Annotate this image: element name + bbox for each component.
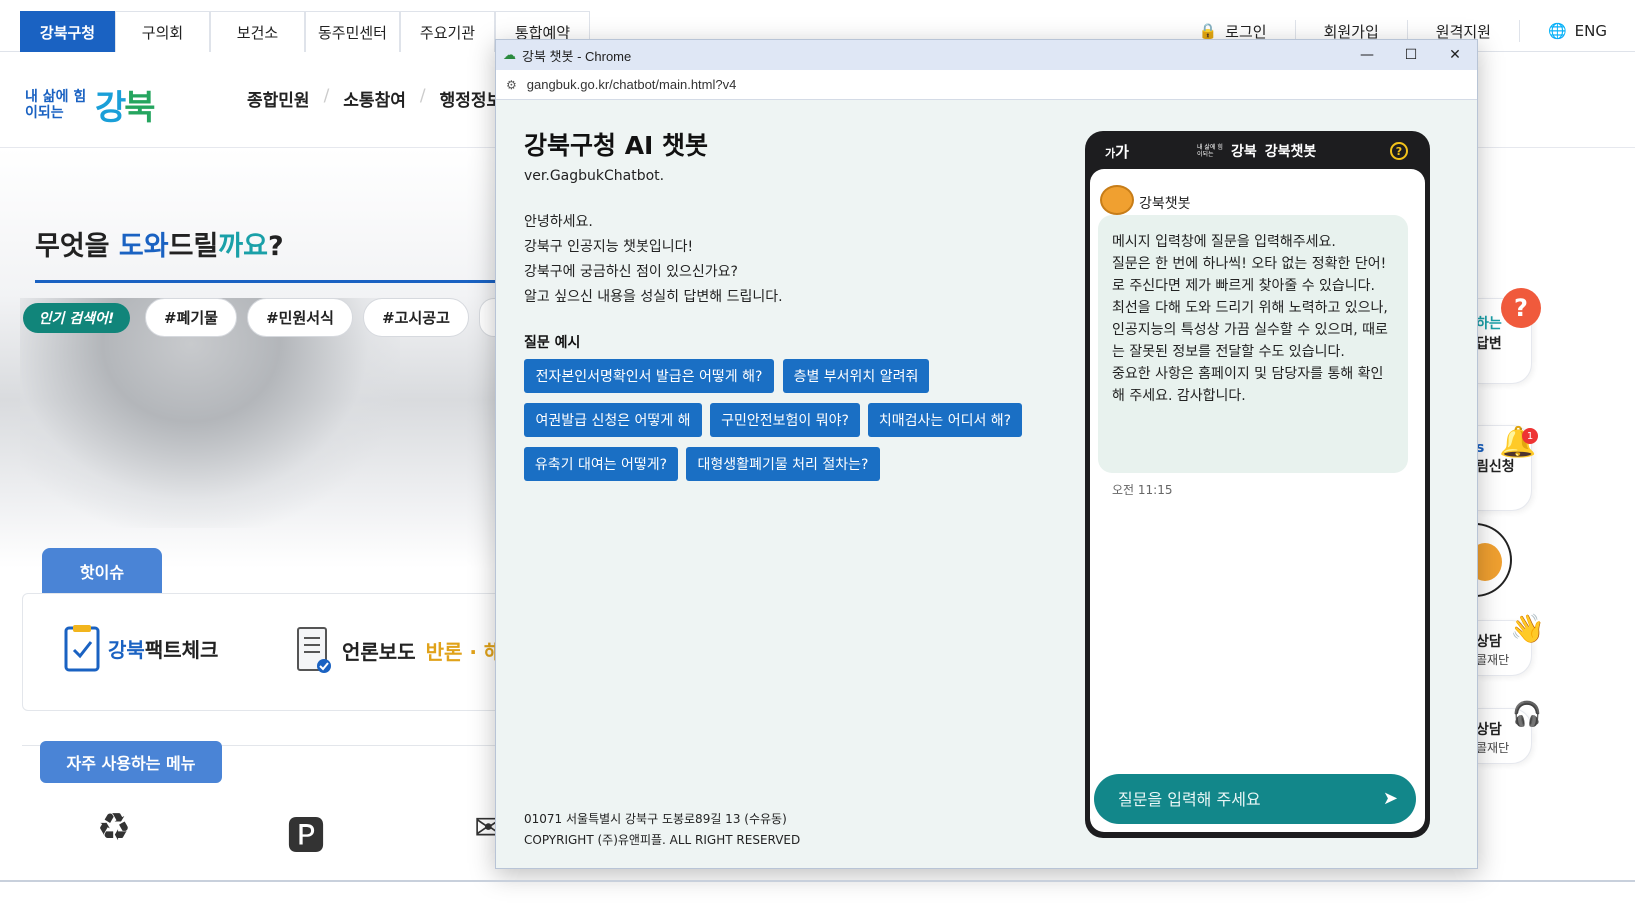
fact-check-banner[interactable]: 강북 팩트체크 (64, 624, 218, 672)
font-toggle-big: 가 (1115, 143, 1129, 161)
footer-copyright: COPYRIGHT (주)유앤피플. ALL RIGHT RESERVED (524, 833, 801, 847)
address-url[interactable]: gangbuk.go.kr/chatbot/main.html?v4 (527, 77, 737, 92)
chatbot-version: ver.GagbukChatbot. (524, 168, 665, 184)
fact-check-text-a: 강북 (108, 637, 145, 662)
hero-title-part: 드릴 (168, 231, 219, 262)
hero-title-part: 도와 (118, 231, 169, 262)
bot-message-line: 최선을 다해 도와 드리기 위해 노력하고 있으나, 인공지능의 특성상 가끔 … (1112, 300, 1388, 360)
main-navigation: 종합민원 / 소통참여 / 행정정보 (247, 86, 516, 111)
window-controls: — ☐ ✕ (1345, 40, 1477, 70)
parking-icon[interactable]: 🅿 (287, 805, 325, 860)
phone-brand-logo: 강북 (1231, 144, 1257, 160)
side-card-text: 콜재단 (1476, 653, 1510, 667)
logo-text: 강북 (95, 80, 156, 129)
lock-icon: 🔒 (1198, 22, 1218, 40)
intro-line: 안녕하세요. (524, 214, 593, 230)
hot-issue-tab[interactable]: 핫이슈 (42, 548, 162, 593)
font-size-toggle[interactable]: 가가 (1105, 141, 1129, 162)
logo-text-a: 강 (95, 88, 126, 128)
nav-general-civil[interactable]: 종합민원 (247, 86, 324, 111)
language-link[interactable]: 🌐 ENG (1518, 20, 1635, 42)
example-question-button[interactable]: 층별 부서위치 알려줘 (783, 359, 929, 393)
chat-input-bar: ➤ (1094, 774, 1416, 824)
hero-title: 무엇을 도와드릴까요? (35, 224, 284, 263)
address-bar[interactable]: ⚙ gangbuk.go.kr/chatbot/main.html?v4 (496, 70, 1477, 100)
intro-line: 강북구에 궁금하신 점이 있으신가요? (524, 264, 738, 280)
tab-gangbuk-office[interactable]: 강북구청 (20, 11, 115, 52)
hero-title-part: 까요 (218, 231, 268, 262)
examples-label: 질문 예시 (524, 335, 581, 351)
phone-brand-name: 강북챗봇 (1264, 144, 1317, 160)
press-rebuttal-banner[interactable]: 언론보도 반론 · 해명 (296, 626, 521, 674)
maximize-button[interactable]: ☐ (1389, 40, 1433, 70)
frequent-menu-tab[interactable]: 자주 사용하는 메뉴 (40, 741, 222, 783)
tag-notices[interactable]: #고시공고 (363, 298, 469, 337)
window-title: 강북 챗봇 - Chrome (522, 48, 632, 64)
logo-slogan: 내 삶에 힘이되는 (25, 88, 87, 121)
globe-icon: 🌐 (1547, 22, 1567, 40)
send-icon[interactable]: ➤ (1383, 788, 1398, 809)
bot-message-bubble: 메시지 입력창에 질문을 입력해주세요. 질문은 한 번에 하나씩! 오타 없는… (1098, 215, 1408, 473)
message-timestamp: 오전 11:15 (1112, 483, 1173, 497)
phone-brand: 내 삶에 힘이되는 강북 강북챗봇 (1197, 141, 1316, 161)
phone-brand-slogan: 내 삶에 힘이되는 (1197, 144, 1223, 158)
chatbot-title: 강북구청 AI 챗봇 (524, 131, 709, 160)
example-question-button[interactable]: 전자본인서명확인서 발급은 어떻게 해? (524, 359, 774, 393)
headset-icon: 🎧 (1512, 700, 1542, 728)
intro-line: 알고 싶으신 내용을 성실히 답변해 드립니다. (524, 289, 783, 305)
hero-section (0, 148, 495, 568)
tag-waste[interactable]: #폐기물 (145, 298, 237, 337)
side-card-text: 답변 (1476, 336, 1502, 352)
bot-message-line: 메시지 입력창에 질문을 입력해주세요. (1112, 234, 1336, 250)
hero-title-part: ? (267, 231, 284, 262)
bot-message-line: 질문은 한 번에 하나씩! 오타 없는 정확한 단어! 로 주신다면 제가 빠르… (1112, 256, 1387, 294)
tab-community-center[interactable]: 동주민센터 (305, 11, 400, 52)
favicon-icon: ☁ (503, 47, 516, 63)
bot-name: 강북챗봇 (1139, 196, 1191, 212)
bottom-divider (0, 880, 1635, 882)
site-logo[interactable]: 내 삶에 힘이되는 강북 (25, 80, 156, 129)
help-icon[interactable]: ? (1390, 142, 1408, 160)
question-icon: ? (1501, 288, 1541, 328)
example-question-button[interactable]: 대형생활폐기물 처리 절차는? (686, 447, 880, 481)
tiger-avatar-icon (1100, 185, 1134, 215)
popular-search-badge: 인기 검색어! (23, 303, 130, 333)
example-question-button[interactable]: 치매검사는 어디서 해? (868, 403, 1022, 437)
example-question-button[interactable]: 구민안전보험이 뭐야? (710, 403, 860, 437)
window-titlebar[interactable]: ☁ 강북 챗봇 - Chrome — ☐ ✕ (496, 40, 1477, 70)
chatbot-window: ☁ 강북 챗봇 - Chrome — ☐ ✕ ⚙ gangbuk.go.kr/c… (495, 39, 1478, 869)
side-card-text: 콜재단 (1476, 741, 1510, 755)
tag-civil-forms[interactable]: #민원서식 (247, 298, 353, 337)
minimize-button[interactable]: — (1345, 40, 1389, 70)
tab-health-center[interactable]: 보건소 (210, 11, 305, 52)
fact-check-text-b: 팩트체크 (144, 637, 219, 662)
tab-council[interactable]: 구의회 (115, 11, 210, 52)
site-info-icon[interactable]: ⚙ (506, 78, 517, 92)
logo-text-b: 북 (124, 88, 155, 128)
chat-screen: 강북챗봇 메시지 입력창에 질문을 입력해주세요. 질문은 한 번에 하나씩! … (1090, 169, 1425, 832)
recycle-icon[interactable]: ♻ (97, 805, 131, 849)
chat-input[interactable] (1118, 784, 1368, 814)
hand-wave-icon: 👋 (1510, 612, 1545, 645)
chat-phone-frame: 가가 내 삶에 힘이되는 강북 강북챗봇 ? 강북챗봇 메시지 입력창에 질문을… (1085, 131, 1430, 838)
hero-title-part: 무엇을 (35, 231, 119, 262)
example-question-button[interactable]: 여권발급 신청은 어떻게 해 (524, 403, 702, 437)
document-check-icon (297, 627, 331, 673)
bot-message-line: 중요한 사항은 홈페이지 및 담당자를 통해 확인해 주세요. 감사합니다. (1112, 366, 1384, 404)
footer-address: 01071 서울특별시 강북구 도봉로89길 13 (수유동) (524, 812, 787, 826)
example-question-button[interactable]: 유축기 대여는 어떻게? (524, 447, 678, 481)
press-text-a: 언론보도 (342, 639, 416, 664)
chatbot-intro: 안녕하세요. 강북구 인공지능 챗봇입니다! 강북구에 궁금하신 점이 있으신가… (524, 210, 783, 310)
notification-badge: 1 (1522, 428, 1538, 444)
phone-header: 가가 내 삶에 힘이되는 강북 강북챗봇 ? (1085, 131, 1430, 169)
nav-communication[interactable]: 소통참여 (329, 86, 420, 111)
tab-major-institutions[interactable]: 주요기관 (400, 11, 495, 52)
hero-search-line (35, 280, 495, 283)
intro-line: 강북구 인공지능 챗봇입니다! (524, 239, 694, 255)
clipboard-check-icon (64, 625, 100, 672)
close-button[interactable]: ✕ (1433, 40, 1477, 70)
font-toggle-small: 가 (1105, 147, 1116, 160)
